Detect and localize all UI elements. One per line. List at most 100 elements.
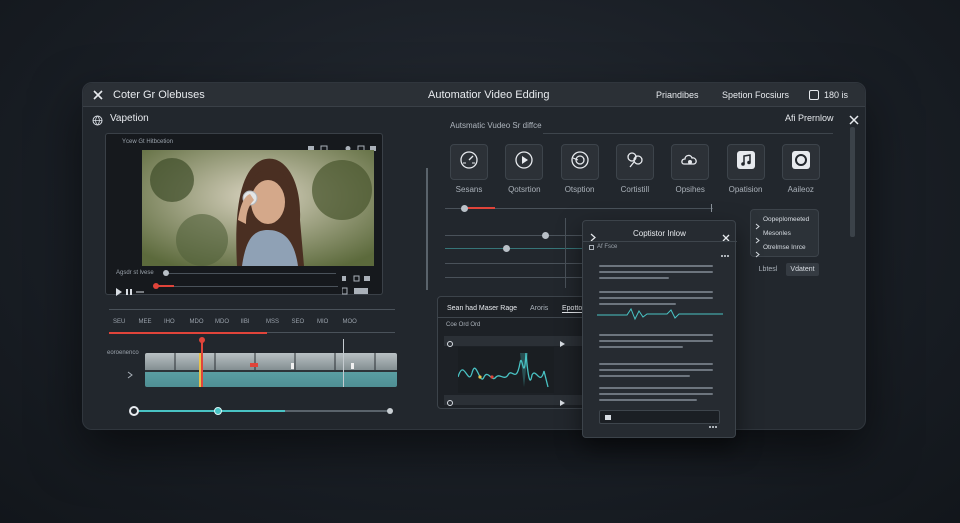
chevron-right-icon[interactable] [127, 366, 133, 379]
tool-label: Sesans [455, 185, 483, 194]
zoom-handle-start[interactable] [129, 406, 139, 416]
title-bar: Coter Gr Olebuses Automatior Video Eddin… [83, 83, 865, 107]
video-time-label: Agsdr st lvese [116, 270, 154, 276]
dialog-text-line [599, 340, 713, 342]
dialog-checkbox[interactable] [589, 245, 594, 250]
dialog-text-line [599, 387, 713, 389]
timeline-ruler-rest [267, 332, 395, 333]
speed-dial-icon [459, 150, 479, 175]
tool-button-6[interactable] [781, 144, 820, 180]
tool-label: Opatision [728, 185, 763, 194]
tool-label: Qotsrtion [508, 185, 541, 194]
progress-track[interactable] [154, 286, 338, 287]
record-icon [791, 150, 811, 175]
param-slider-2[interactable] [445, 235, 585, 236]
tool-label: Opsihes [675, 185, 705, 194]
dialog-divider [583, 241, 737, 242]
param-slider-5[interactable] [445, 277, 585, 278]
footer-more-icon[interactable] [708, 416, 718, 428]
volume-icon[interactable] [342, 269, 372, 282]
param-slider-1-end [711, 204, 712, 212]
option-item[interactable]: Mesonles [755, 230, 817, 244]
timecode-label: SEU [113, 319, 126, 325]
tabs-underline [438, 317, 596, 318]
dialog-text-line [599, 393, 713, 395]
video-toolbar-icons [306, 139, 378, 152]
param-slider-2-handle[interactable] [542, 232, 549, 239]
progress-handle[interactable] [153, 283, 159, 289]
timecode-label: SEO [291, 319, 305, 325]
menu-item-priandibes[interactable]: Priandibes [656, 90, 699, 100]
dialog-text-line [599, 265, 713, 267]
vertical-slider[interactable] [426, 168, 428, 290]
tab-sean[interactable]: Sean had Maser Rage [447, 305, 517, 312]
timecode-label: MOO [342, 319, 357, 325]
tool-button-3[interactable] [615, 144, 654, 180]
caption-icon [605, 415, 611, 420]
play-circle-icon [514, 150, 534, 175]
vdatent-button[interactable]: Vdatent [786, 263, 819, 276]
dialog-chevron-icon[interactable] [590, 229, 596, 242]
square-icon[interactable] [809, 90, 819, 100]
globe-icon [92, 113, 103, 126]
timecode-label: IHO [164, 319, 175, 325]
video-frame[interactable] [142, 150, 374, 266]
dialog-footer-bar[interactable] [599, 410, 720, 428]
badge-count: 180 is [824, 90, 849, 100]
dialog-close-icon[interactable] [722, 229, 730, 242]
dialog-text-line [599, 277, 669, 279]
timecode-label: MEE [138, 319, 152, 325]
timeline-ruler-fill [109, 332, 267, 334]
play-pause-icon[interactable] [116, 283, 146, 296]
preview-title: Afi Prernlow [785, 113, 834, 123]
zoom-handle-mid[interactable] [214, 407, 222, 415]
dialog-text-line [599, 297, 713, 299]
video-player[interactable]: Ycew Gt Hitbcetion Agsdr st lvese [105, 133, 383, 296]
menu-item-spetion-focsiurs[interactable]: Spetion Focsiurs [722, 90, 789, 100]
dialog-more-icon[interactable] [720, 245, 730, 257]
video-scrub-track[interactable] [168, 273, 336, 274]
dialog-text-line [599, 291, 713, 293]
option-item[interactable]: Otrelmse Inrce [755, 244, 817, 258]
lbtesl-button[interactable]: Lbtesl [753, 264, 783, 276]
param-slider-4[interactable] [445, 263, 585, 264]
timecode-label: MSS [266, 319, 280, 325]
tool-label: Cortistill [620, 185, 650, 194]
dialog-title: Coptistor Inlow [633, 229, 686, 238]
dialog-text-line [599, 271, 713, 273]
waveform-graph [457, 347, 554, 393]
video-track[interactable] [145, 353, 397, 387]
section-label-right: Autsmatic Vudeo Sr diffce [450, 121, 542, 130]
timecode-row: SEU MEE IHO MDO MDO IIBI MSS SEO MIO MOO [113, 319, 393, 329]
tool-label: Otsption [564, 185, 595, 194]
track-label: eoroenenco [107, 350, 139, 356]
tool-button-5[interactable] [726, 144, 765, 180]
window-title: Coter Gr Olebuses [113, 89, 205, 101]
preview-close-icon[interactable] [849, 112, 859, 125]
tab-aroris[interactable]: Aroris [530, 305, 548, 312]
chevron-right-icon [755, 245, 760, 263]
param-slider-3-handle[interactable] [503, 245, 510, 252]
waveform-subtitle: Coe Ord Ord [446, 322, 481, 328]
caption-dialog: Coptistor Inlow Af Fsce [582, 220, 737, 438]
app-title: Automatior Video Edding [428, 89, 550, 101]
music-note-icon [736, 150, 756, 175]
tool-button-1[interactable] [505, 144, 544, 180]
video-top-label: Ycew Gt Hitbcetion [122, 139, 174, 145]
video-scrub-handle[interactable] [163, 270, 169, 276]
tool-button-4[interactable] [671, 144, 710, 180]
playhead[interactable] [201, 339, 203, 387]
param-slider-3[interactable] [445, 248, 585, 249]
tool-button-0[interactable] [450, 144, 488, 180]
fullscreen-icon[interactable] [341, 282, 372, 295]
param-slider-1-handle[interactable] [461, 205, 468, 212]
right-scrollbar[interactable] [850, 127, 855, 237]
timecode-label: MDO [215, 319, 229, 325]
zoom-handle-end[interactable] [387, 408, 393, 414]
waveform-controls-bottom [444, 395, 584, 406]
tool-button-2[interactable] [560, 144, 599, 180]
option-item[interactable]: Oopeplomeeted [755, 216, 817, 230]
cloud-settings-icon [680, 150, 700, 175]
close-icon[interactable] [92, 88, 104, 100]
waveform-controls-top [444, 336, 584, 347]
